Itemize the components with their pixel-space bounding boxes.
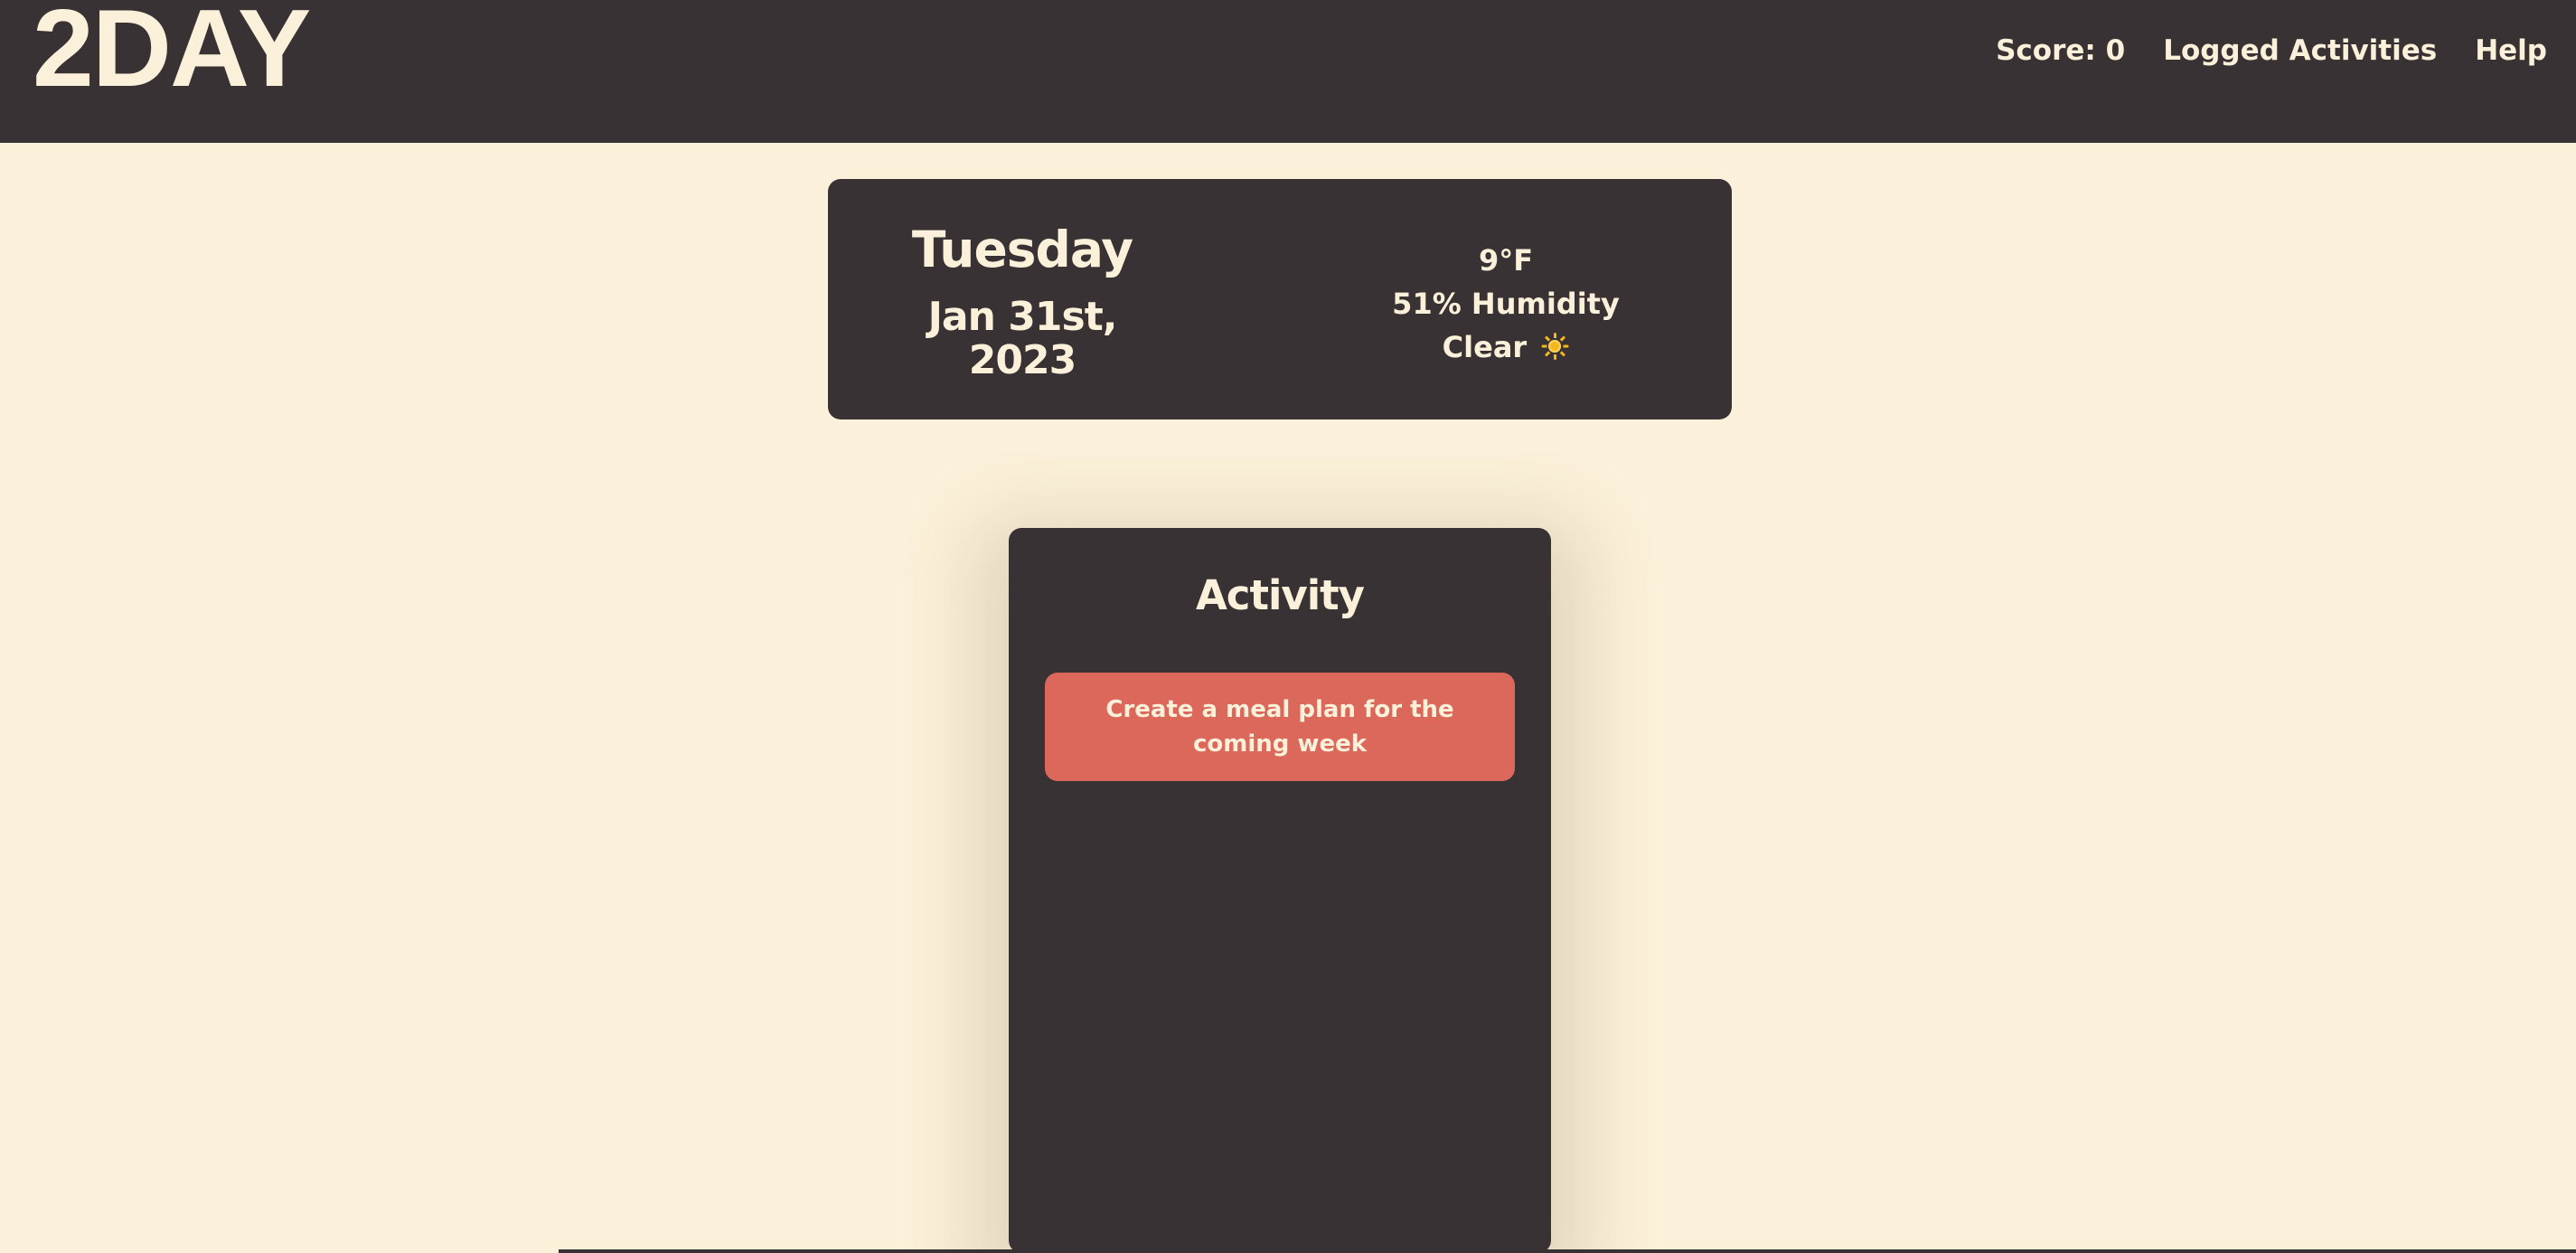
temperature: 9°F	[1478, 243, 1534, 278]
nav-help[interactable]: Help	[2475, 34, 2547, 67]
activity-card: Activity Create a meal plan for the comi…	[1009, 528, 1551, 1253]
top-nav: Score: 0 Logged Activities Help	[1996, 34, 2547, 67]
date-text: Jan 31st, 2023	[927, 293, 1118, 383]
humidity: 51% Humidity	[1392, 287, 1620, 321]
date-block: Tuesday Jan 31st, 2023	[882, 222, 1162, 382]
date-weather-card: Tuesday Jan 31st, 2023 9°F 51% Humidity …	[828, 179, 1732, 419]
weather-condition-row: Clear	[1379, 325, 1632, 369]
bottom-divider	[559, 1249, 2576, 1253]
app-logo[interactable]: 2DAY	[33, 0, 311, 103]
nav-logged-activities[interactable]: Logged Activities	[2163, 34, 2437, 67]
weather-block: 9°F 51% Humidity Clear	[1379, 239, 1632, 369]
weather-condition: Clear	[1442, 330, 1528, 364]
activity-suggestion-button[interactable]: Create a meal plan for the coming week	[1045, 673, 1515, 781]
activity-title: Activity	[1195, 571, 1365, 619]
day-name: Tuesday	[911, 221, 1133, 278]
score-display[interactable]: Score: 0	[1996, 34, 2125, 67]
top-bar: 2DAY Score: 0 Logged Activities Help	[0, 0, 2576, 143]
sun-icon	[1540, 332, 1569, 361]
